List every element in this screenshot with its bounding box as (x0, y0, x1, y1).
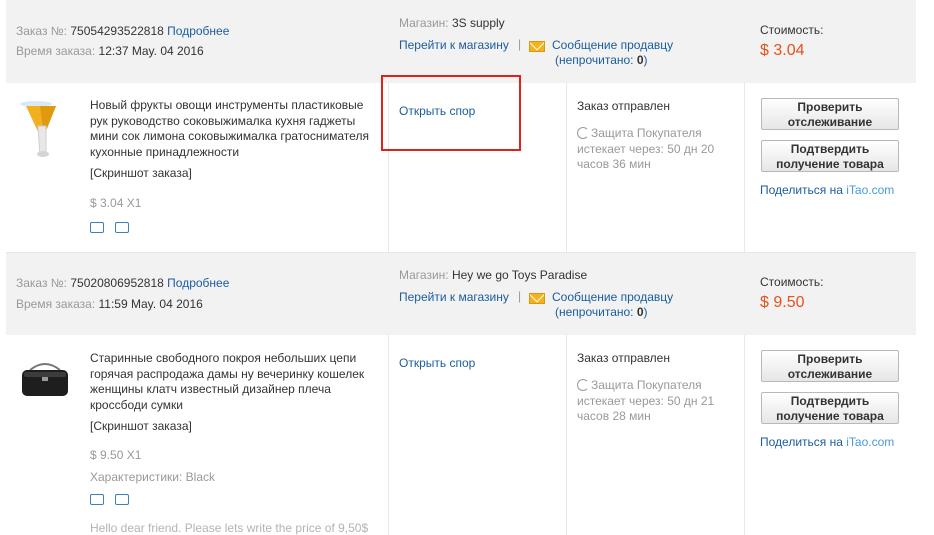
clock-icon (577, 379, 589, 391)
separator: | (518, 37, 522, 51)
unread-label: (непрочитано: (555, 305, 637, 319)
price-quantity: $ 9.50 X1 (90, 448, 142, 462)
go-to-store-link[interactable]: Перейти к магазину (399, 38, 509, 52)
protection-expiry-hours: часов 36 мин (577, 157, 651, 171)
column-divider (566, 335, 567, 535)
price-quantity: $ 3.04 X1 (90, 196, 142, 210)
unread-count[interactable]: (непрочитано: 0) (555, 53, 648, 67)
share-site: iTao.com (846, 183, 895, 197)
product-title[interactable]: Старинные свободного покроя небольших це… (90, 351, 382, 414)
store-label: Магазин: (399, 16, 449, 30)
order-status: Заказ отправлен (577, 351, 670, 365)
order-snapshot-link[interactable]: [Скриншот заказа] (90, 166, 192, 180)
go-to-store-link[interactable]: Перейти к магазину (399, 290, 509, 304)
highlight-box (381, 75, 521, 151)
return-icon[interactable] (115, 494, 129, 505)
message-seller-link[interactable]: Сообщение продавцу (552, 38, 673, 52)
separator: | (518, 289, 522, 303)
truck-icon[interactable] (90, 222, 104, 233)
column-divider (388, 335, 389, 535)
clock-icon (577, 127, 589, 139)
protection-expiry: истекает через: 50 дн 21 (577, 393, 715, 408)
unread-label: (непрочитано: (555, 53, 637, 67)
share-link[interactable]: Поделиться на iTao.com (760, 435, 894, 449)
order-time: 12:37 May. 04 2016 (98, 44, 204, 58)
unread-number: 0 (636, 53, 644, 67)
cost-value: $ 3.04 (760, 42, 805, 59)
share-label: Поделиться на (760, 435, 847, 449)
share-label: Поделиться на (760, 183, 847, 197)
share-link[interactable]: Поделиться на iTao.com (760, 183, 894, 197)
order-time-row: Время заказа: 11:59 May. 04 2016 (16, 297, 203, 311)
order-snapshot-link[interactable]: [Скриншот заказа] (90, 419, 192, 433)
store-row: Магазин: Hey we go Toys Paradise (399, 268, 587, 282)
message-seller-link[interactable]: Сообщение продавцу (552, 290, 673, 304)
order-number-row: Заказ №: 75020806952818 Подробнее (16, 276, 229, 290)
product-image[interactable] (16, 360, 74, 400)
characteristics: Характеристики: Black (90, 470, 215, 484)
confirm-receipt-button[interactable]: Подтвердить получение товара (761, 140, 899, 172)
store-name: Hey we go Toys Paradise (451, 268, 588, 282)
cost-value: $ 9.50 (760, 294, 805, 311)
order-number-row: Заказ №: 75054293522818 Подробнее (16, 24, 229, 38)
envelope-icon (529, 293, 545, 304)
truck-icon[interactable] (90, 494, 104, 505)
order-number-label: Заказ №: (16, 276, 68, 290)
order-details-link[interactable]: Подробнее (167, 276, 229, 290)
order-status: Заказ отправлен (577, 99, 670, 113)
check-tracking-button[interactable]: Проверить отслеживание (761, 350, 899, 382)
check-tracking-button[interactable]: Проверить отслеживание (761, 98, 899, 130)
order-time-row: Время заказа: 12:37 May. 04 2016 (16, 44, 204, 58)
order-time-label: Время заказа: (16, 44, 96, 58)
cost-label: Стоимость: (760, 23, 824, 37)
buyer-note: Hello dear friend. Please lets write the… (90, 521, 369, 535)
store-name: 3S supply (451, 16, 505, 30)
order-time-label: Время заказа: (16, 297, 96, 311)
unread-close: ) (643, 53, 648, 67)
order-number: 75054293522818 (70, 24, 164, 38)
buyer-protection: Защита Покупателя истекает через: 50 дн … (577, 378, 714, 425)
protection-expiry: истекает через: 50 дн 20 (577, 141, 715, 156)
column-divider (744, 335, 745, 535)
order-number: 75020806952818 (70, 276, 164, 290)
product-title[interactable]: Новый фрукты овощи инструменты пластиков… (90, 98, 382, 161)
return-icon[interactable] (115, 222, 129, 233)
protection-title: Защита Покупателя (591, 378, 702, 392)
store-label: Магазин: (399, 268, 449, 282)
store-row: Магазин: 3S supply (399, 16, 505, 30)
unread-close: ) (643, 305, 648, 319)
protection-title: Защита Покупателя (591, 126, 702, 140)
share-site: iTao.com (846, 435, 895, 449)
column-divider (744, 83, 745, 253)
order-time: 11:59 May. 04 2016 (98, 297, 203, 311)
order-number-label: Заказ №: (16, 24, 68, 38)
confirm-receipt-button[interactable]: Подтвердить получение товара (761, 392, 899, 424)
product-image[interactable] (16, 96, 70, 158)
cost-label: Стоимость: (760, 275, 824, 289)
order-details-link[interactable]: Подробнее (167, 24, 229, 38)
unread-count[interactable]: (непрочитано: 0) (555, 305, 648, 319)
envelope-icon (529, 41, 545, 52)
protection-expiry-hours: часов 28 мин (577, 409, 651, 423)
unread-number: 0 (636, 305, 644, 319)
open-dispute-link[interactable]: Открыть спор (399, 356, 475, 370)
characteristics-label: Характеристики: (90, 470, 183, 484)
buyer-protection: Защита Покупателя истекает через: 50 дн … (577, 126, 714, 173)
column-divider (566, 83, 567, 253)
characteristics-value: Black (185, 470, 215, 484)
